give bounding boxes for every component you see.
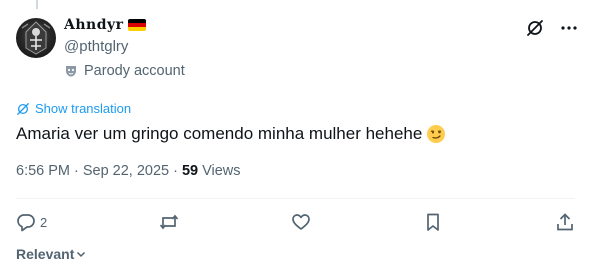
grok-icon[interactable] — [525, 18, 545, 38]
views-label: Views — [202, 163, 241, 179]
repost-button[interactable] — [159, 212, 179, 232]
user-handle[interactable]: @pthtglry — [64, 38, 128, 55]
avatar-image — [21, 21, 51, 55]
display-name[interactable]: Ahndyr — [64, 17, 124, 33]
reply-button[interactable]: 2 — [16, 212, 47, 232]
share-icon — [557, 213, 573, 231]
smirking-face-emoji-icon — [426, 124, 446, 144]
more-options-icon[interactable] — [559, 18, 579, 38]
share-button[interactable] — [555, 212, 575, 232]
like-icon — [292, 214, 310, 230]
post-text-content: Amaria ver um gringo comendo minha mulhe… — [16, 124, 423, 143]
germany-flag-icon — [127, 19, 146, 31]
post-top-actions — [525, 18, 579, 38]
post-metadata: 6:56 PM · Sep 22, 2025 · 59 Views — [16, 163, 241, 179]
parody-label-text: Parody account — [84, 63, 185, 79]
post-date[interactable]: Sep 22, 2025 — [83, 163, 169, 179]
reply-icon — [17, 214, 35, 232]
show-translation-label: Show translation — [35, 101, 132, 116]
show-translation-link[interactable]: Show translation — [16, 101, 131, 116]
translate-icon — [17, 102, 29, 115]
sort-label: Relevant — [16, 246, 75, 262]
mask-icon — [64, 64, 78, 78]
bookmark-icon — [427, 213, 439, 231]
parody-label: Parody account — [64, 63, 185, 79]
chevron-down-icon — [77, 251, 86, 258]
meta-separator: · — [173, 163, 178, 179]
bookmark-button[interactable] — [423, 212, 443, 232]
avatar[interactable] — [16, 18, 56, 58]
views-count: 59 — [181, 163, 199, 179]
post-action-bar: 2 — [16, 208, 575, 236]
author-name-row: Ahndyr — [64, 17, 146, 33]
divider — [16, 198, 575, 199]
sort-replies-dropdown[interactable]: Relevant — [16, 246, 87, 262]
repost-icon — [160, 214, 179, 230]
post-time[interactable]: 6:56 PM — [16, 163, 70, 179]
like-button[interactable] — [291, 212, 311, 232]
post-text: Amaria ver um gringo comendo minha mulhe… — [16, 123, 446, 145]
meta-separator: · — [74, 163, 79, 179]
thread-connector-line — [36, 0, 38, 9]
reply-count: 2 — [40, 214, 48, 230]
